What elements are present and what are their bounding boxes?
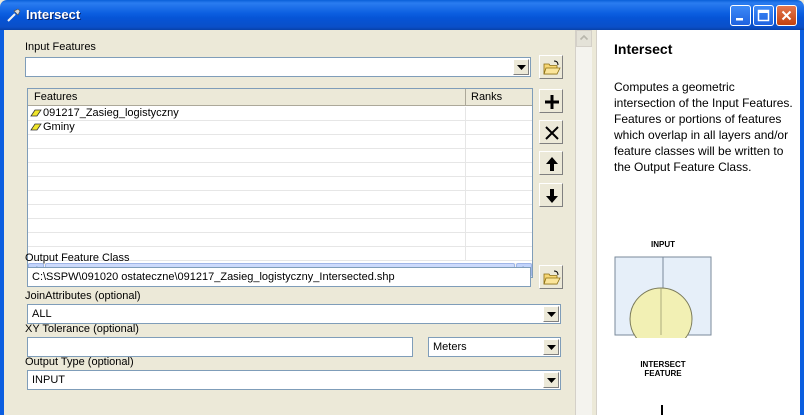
plus-icon — [545, 95, 559, 109]
input-features-combo[interactable] — [25, 57, 531, 77]
column-header-ranks[interactable]: Ranks — [471, 91, 502, 103]
hammer-tool-icon — [7, 8, 21, 22]
chevron-down-icon — [547, 378, 556, 383]
delete-x-icon — [545, 126, 559, 140]
table-row-empty — [28, 177, 532, 191]
help-title: Intersect — [614, 41, 673, 57]
browse-output-button[interactable] — [539, 265, 563, 289]
diagram-arrow-icon — [661, 405, 663, 415]
help-description: Computes a geometric intersection of the… — [614, 80, 793, 174]
output-feature-class-label: Output Feature Class — [25, 252, 130, 264]
arrow-up-icon — [546, 157, 558, 171]
close-button[interactable] — [776, 5, 797, 26]
join-attributes-label: JoinAttributes (optional) — [25, 290, 141, 302]
join-attributes-dropdown-button[interactable] — [543, 306, 559, 322]
table-row[interactable]: 091217_Zasieg_logistyczny — [28, 107, 532, 121]
table-row-empty — [28, 233, 532, 247]
diagram-input-label: INPUT — [651, 240, 675, 249]
table-row-empty — [28, 149, 532, 163]
close-icon — [781, 10, 792, 21]
browse-input-button[interactable] — [539, 55, 563, 79]
table-row-empty — [28, 219, 532, 233]
xy-unit-dropdown-button[interactable] — [543, 339, 559, 355]
polygon-layer-icon — [30, 109, 42, 117]
feature-name: 091217_Zasieg_logistyczny — [43, 107, 179, 119]
input-features-label: Input Features — [25, 41, 96, 53]
feature-name: Gminy — [43, 121, 75, 133]
output-type-label: Output Type (optional) — [25, 356, 134, 368]
xy-tolerance-label: XY Tolerance (optional) — [25, 323, 139, 335]
join-attributes-value: ALL — [32, 308, 52, 320]
title-bar[interactable]: Intersect — [0, 0, 804, 30]
chevron-up-icon — [579, 34, 589, 41]
column-header-features[interactable]: Features — [34, 91, 77, 103]
output-feature-class-value: C:\SSPW\091020 ostateczne\091217_Zasieg_… — [32, 271, 395, 283]
output-type-select[interactable]: INPUT — [27, 370, 561, 390]
polygon-layer-icon — [30, 123, 42, 131]
remove-row-button[interactable] — [539, 120, 563, 144]
window-frame-right — [800, 30, 804, 415]
diagram-feature-label: FEATURE — [644, 369, 682, 378]
move-up-button[interactable] — [539, 151, 563, 175]
table-row-empty — [28, 135, 532, 149]
output-type-dropdown-button[interactable] — [543, 372, 559, 388]
xy-tolerance-unit-select[interactable]: Meters — [428, 337, 561, 357]
add-row-button[interactable] — [539, 89, 563, 113]
form-vertical-scrollbar[interactable] — [575, 30, 592, 415]
move-down-button[interactable] — [539, 183, 563, 207]
maximize-icon — [757, 9, 770, 22]
table-header: Features Ranks — [28, 89, 532, 106]
table-row-empty — [28, 163, 532, 177]
xy-tolerance-input[interactable] — [27, 337, 413, 357]
arrow-down-icon — [546, 189, 558, 203]
window-title: Intersect — [26, 7, 81, 22]
table-row-empty — [28, 191, 532, 205]
xy-tolerance-unit-value: Meters — [433, 341, 467, 353]
diagram-intersect-label: INTERSECT — [640, 360, 686, 369]
help-panel: Intersect Computes a geometric intersect… — [596, 30, 800, 415]
join-attributes-select[interactable]: ALL — [27, 304, 561, 324]
output-type-value: INPUT — [32, 374, 65, 386]
scroll-up-button[interactable] — [576, 30, 592, 47]
tool-form: Input Features Features Ranks 091217_Zas… — [4, 30, 575, 415]
chevron-down-icon — [517, 65, 526, 70]
input-features-dropdown-button[interactable] — [513, 59, 529, 75]
table-row-empty — [28, 205, 532, 219]
open-folder-icon — [543, 60, 561, 75]
chevron-down-icon — [547, 345, 556, 350]
minimize-button[interactable] — [730, 5, 751, 26]
output-feature-class-field[interactable]: C:\SSPW\091020 ostateczne\091217_Zasieg_… — [27, 267, 531, 287]
table-row[interactable]: Gminy — [28, 121, 532, 135]
chevron-down-icon — [547, 312, 556, 317]
minimize-icon — [736, 18, 743, 21]
features-table[interactable]: Features Ranks 091217_Zasieg_logistyczny… — [27, 88, 533, 278]
maximize-button[interactable] — [753, 5, 774, 26]
open-folder-icon — [543, 270, 561, 285]
intersect-diagram — [614, 256, 712, 338]
